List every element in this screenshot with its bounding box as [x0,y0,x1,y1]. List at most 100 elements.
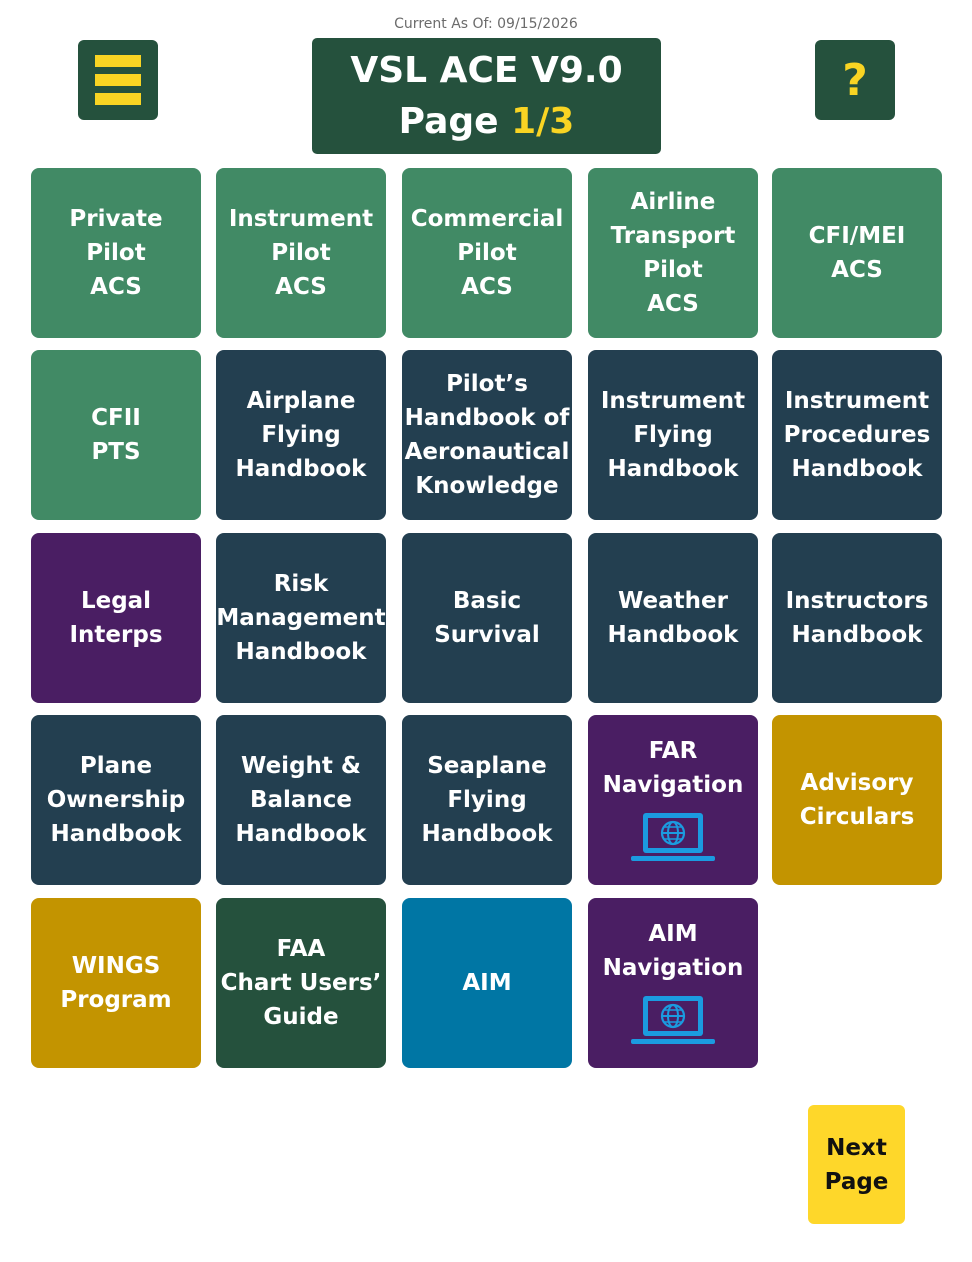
tile-label: Handbook [607,622,739,648]
tile-label: Balance [249,787,353,813]
page-label: Page [398,101,512,142]
next-page-button[interactable]: Next Page [808,1105,905,1224]
tile-label: Pilot’s [446,371,528,397]
page-indicator: Page 1/3 [399,96,575,147]
tile-label: Handbook [421,821,553,847]
current-as-of-date: Current As Of: 09/15/2026 [394,16,578,32]
tile-label: AIM [648,921,698,947]
tile-far-navigation[interactable]: FAR Navigation [588,715,758,885]
tile-airline-transport-pilot-acs[interactable]: Airline Transport Pilot ACS [588,168,758,338]
next-page-label: Page [824,1168,889,1195]
tile-label: WINGS [71,953,161,979]
tile-wings-program[interactable]: WINGS Program [31,898,201,1068]
tile-label: Pilot [271,240,331,266]
tile-label: Management [216,605,386,631]
tile-aim-navigation[interactable]: AIM Navigation [588,898,758,1068]
tile-label: Legal [80,588,152,614]
tile-label: Navigation [602,955,744,981]
page-number: 1/3 [511,101,575,142]
tile-label: FAR [648,738,698,764]
tile-legal-interps[interactable]: Legal Interps [31,533,201,703]
tile-label: Knowledge [415,473,559,499]
tile-label: ACS [647,291,699,317]
tile-private-pilot-acs[interactable]: Private Pilot ACS [31,168,201,338]
question-mark-icon: ? [842,54,868,106]
tile-cfii-pts[interactable]: CFII PTS [31,350,201,520]
tile-label: PTS [91,439,141,465]
tile-label: Airline [630,189,716,215]
tile-label: Ownership [46,787,186,813]
tile-commercial-pilot-acs[interactable]: Commercial Pilot ACS [402,168,572,338]
tile-aim[interactable]: AIM [402,898,572,1068]
tile-instructors-handbook[interactable]: Instructors Handbook [772,533,942,703]
tile-label: Navigation [602,772,744,798]
tile-basic-survival[interactable]: Basic Survival [402,533,572,703]
tile-label: Instrument [600,388,746,414]
tile-label: Instructors [785,588,929,614]
tile-plane-ownership-handbook[interactable]: Plane Ownership Handbook [31,715,201,885]
tile-label: AIM [462,970,512,996]
tile-label: Transport [610,223,736,249]
title-banner: VSL ACE V9.0 Page 1/3 [312,38,661,154]
laptop-globe-icon [631,996,715,1044]
tile-label: Handbook [791,456,923,482]
tile-instrument-flying-handbook[interactable]: Instrument Flying Handbook [588,350,758,520]
tile-label: Basic [452,588,522,614]
tile-label: Plane [79,753,153,779]
tile-label: Instrument [228,206,374,232]
app-title: VSL ACE V9.0 [350,50,623,91]
tile-label: ACS [275,274,327,300]
tile-label: CFI/MEI [808,223,906,249]
tile-label: Flying [261,422,341,448]
tile-label: FAA [276,936,326,962]
tile-label: Handbook [791,622,923,648]
tile-label: CFII [91,405,141,431]
laptop-globe-icon [631,813,715,861]
tile-label: Handbook [607,456,739,482]
tile-label: Private [69,206,163,232]
tile-label: Program [60,987,172,1013]
tile-weather-handbook[interactable]: Weather Handbook [588,533,758,703]
tile-faa-chart-users-guide[interactable]: FAA Chart Users’ Guide [216,898,386,1068]
tile-seaplane-flying-handbook[interactable]: Seaplane Flying Handbook [402,715,572,885]
tile-label: Aeronautical [404,439,570,465]
tile-label: Commercial [410,206,564,232]
tile-pilots-handbook-aeronautical-knowledge[interactable]: Pilot’s Handbook of Aeronautical Knowled… [402,350,572,520]
tile-risk-management-handbook[interactable]: Risk Management Handbook [216,533,386,703]
tile-label: Handbook [235,456,367,482]
tile-label: Instrument [784,388,930,414]
tile-label: Weather [618,588,728,614]
tile-label: Guide [263,1004,339,1030]
tile-instrument-pilot-acs[interactable]: Instrument Pilot ACS [216,168,386,338]
help-button[interactable]: ? [815,40,895,120]
tile-label: Pilot [86,240,146,266]
tile-label: Risk [273,571,329,597]
tile-label: ACS [461,274,513,300]
tile-label: Handbook of [404,405,570,431]
tile-label: Handbook [235,639,367,665]
tile-label: Interps [69,622,163,648]
tile-label: ACS [831,257,883,283]
tile-instrument-procedures-handbook[interactable]: Instrument Procedures Handbook [772,350,942,520]
menu-button[interactable] [78,40,158,120]
tile-label: Airplane [246,388,356,414]
tile-label: Flying [447,787,527,813]
tile-label: Flying [633,422,713,448]
tile-label: Survival [434,622,540,648]
tile-label: ACS [90,274,142,300]
tile-label: Pilot [643,257,703,283]
next-page-label: Next [826,1134,887,1161]
tile-weight-balance-handbook[interactable]: Weight & Balance Handbook [216,715,386,885]
tile-label: Procedures [783,422,931,448]
tile-label: Pilot [457,240,517,266]
tile-airplane-flying-handbook[interactable]: Airplane Flying Handbook [216,350,386,520]
tile-label: Circulars [799,804,915,830]
tile-cfi-mei-acs[interactable]: CFI/MEI ACS [772,168,942,338]
tile-label: Seaplane [427,753,547,779]
tile-advisory-circulars[interactable]: Advisory Circulars [772,715,942,885]
tile-label: Handbook [50,821,182,847]
tile-label: Chart Users’ [220,970,382,996]
tile-label: Handbook [235,821,367,847]
tile-label: Weight & [241,753,361,779]
tile-label: Advisory [800,770,914,796]
